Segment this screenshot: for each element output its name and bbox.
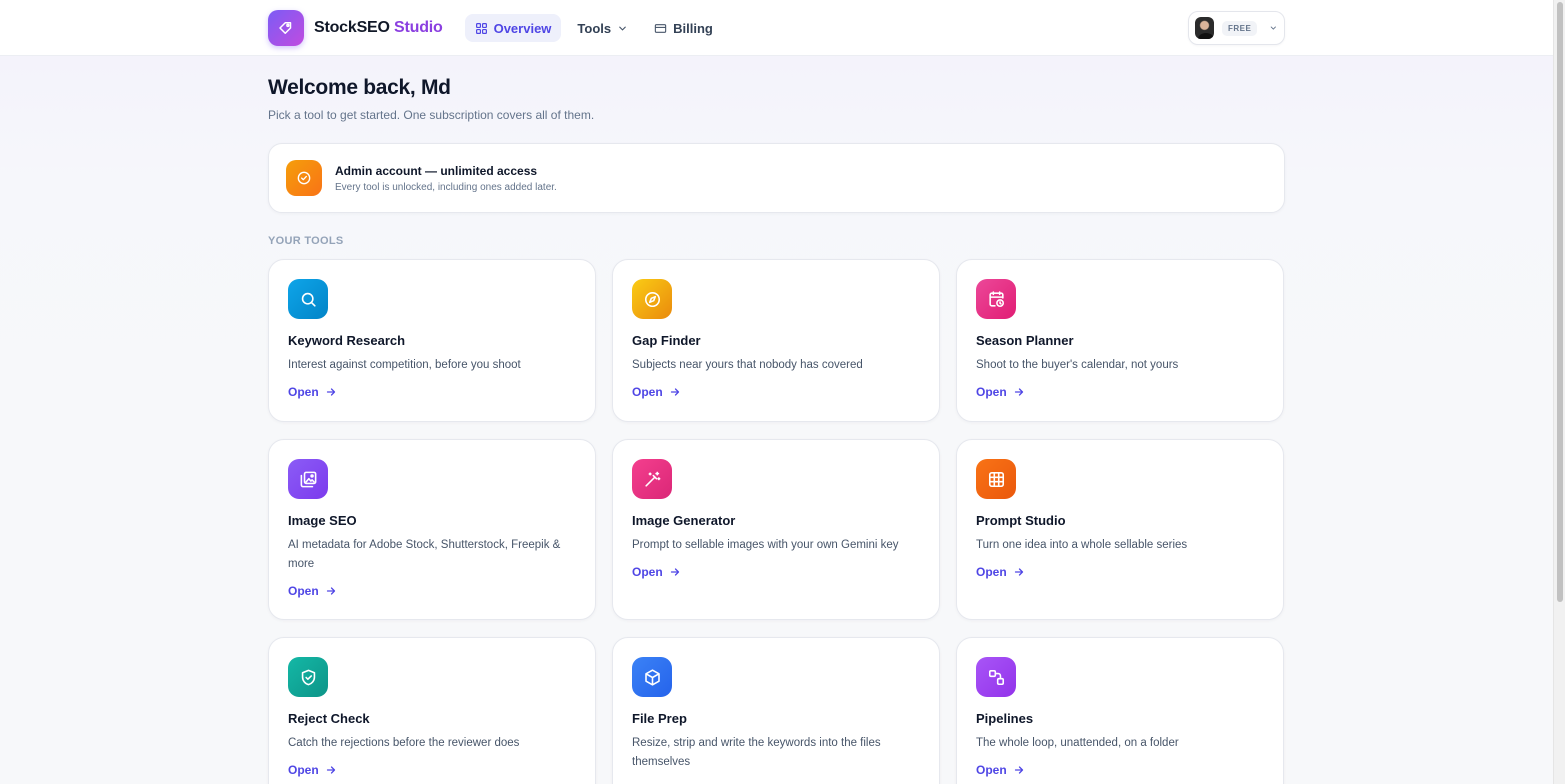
tool-name: Image SEO <box>288 513 357 528</box>
section-label: YOUR TOOLS <box>268 235 344 247</box>
arrow-right-icon <box>1014 568 1023 576</box>
tool-desc: Interest against competition, before you… <box>288 359 521 371</box>
tool-desc: Turn one idea into a whole sellable seri… <box>976 539 1188 551</box>
grid-icon <box>976 459 1016 499</box>
tool-desc: Prompt to sellable images with your own … <box>632 539 899 551</box>
admin-notice-desc: Every tool is unlocked, including ones a… <box>335 181 557 193</box>
open-link[interactable]: Open <box>976 565 1025 579</box>
brand-main: StockSEO <box>314 19 390 36</box>
open-label: Open <box>632 565 663 579</box>
chevron-down-icon <box>1271 26 1277 30</box>
admin-notice-title: Admin account — unlimited access <box>335 163 538 178</box>
open-link[interactable]: Open <box>632 565 681 579</box>
calendar-clock-icon <box>976 279 1016 319</box>
tools-grid-row: Image SEO AI metadata for Adobe Stock, S… <box>268 439 1285 620</box>
tool-card-gap-finder[interactable]: Gap Finder Subjects near yours that nobo… <box>612 259 940 422</box>
open-link[interactable]: Open <box>288 385 337 399</box>
scrollbar-thumb[interactable] <box>1557 2 1563 602</box>
brand-name[interactable]: StockSEO Studio <box>314 19 443 37</box>
tool-card-season-planner[interactable]: Season Planner Shoot to the buyer's cale… <box>956 259 1284 422</box>
nav-tools-label: Tools <box>577 20 612 36</box>
tool-name: Keyword Research <box>288 333 406 348</box>
tool-desc: The whole loop, unattended, on a folder <box>976 737 1179 749</box>
open-label: Open <box>976 763 1007 777</box>
nav-billing[interactable]: Billing <box>644 14 723 42</box>
arrow-right-icon <box>670 388 679 396</box>
open-link[interactable]: Open <box>632 385 681 399</box>
open-label: Open <box>976 565 1007 579</box>
open-label: Open <box>288 584 319 598</box>
credit-card-icon <box>654 23 667 33</box>
logo-icon[interactable] <box>268 10 304 46</box>
open-label: Open <box>288 385 319 399</box>
navbar-inner: StockSEO Studio Overview Tools Billing F… <box>268 0 1285 56</box>
open-link[interactable]: Open <box>976 763 1025 777</box>
arrow-right-icon <box>1014 388 1023 396</box>
tool-desc: Shoot to the buyer's calendar, not yours <box>976 359 1179 371</box>
tool-card-pipelines[interactable]: Pipelines The whole loop, unattended, on… <box>956 637 1284 784</box>
tool-card-prompt-studio[interactable]: Prompt Studio Turn one idea into a whole… <box>956 439 1284 620</box>
tool-name: Reject Check <box>288 711 370 726</box>
search-icon <box>288 279 328 319</box>
top-navbar: StockSEO Studio Overview Tools Billing F… <box>0 0 1553 56</box>
nav-overview-label: Overview <box>493 20 552 36</box>
arrow-right-icon <box>670 568 679 576</box>
nav-overview[interactable]: Overview <box>464 14 562 42</box>
tool-name: Gap Finder <box>632 333 701 348</box>
avatar <box>1195 17 1215 39</box>
compass-icon <box>632 279 672 319</box>
tool-card-image-seo[interactable]: Image SEO AI metadata for Adobe Stock, S… <box>268 439 596 620</box>
arrow-right-icon <box>326 587 335 595</box>
plan-badge: FREE <box>1222 20 1258 36</box>
tools-grid-row: Keyword Research Interest against compet… <box>268 259 1285 422</box>
tool-card-file-prep[interactable]: File Prep Resize, strip and write the ke… <box>612 637 940 784</box>
magic-wand-icon <box>632 459 672 499</box>
open-link[interactable]: Open <box>288 763 337 777</box>
grid-layout-icon <box>475 22 487 34</box>
open-link[interactable]: Open <box>288 584 337 598</box>
open-link[interactable]: Open <box>976 385 1025 399</box>
tool-desc: Subjects near yours that nobody has cove… <box>632 359 863 371</box>
page-scrollbar[interactable] <box>1553 0 1565 784</box>
box-icon <box>632 657 672 697</box>
tool-card-image-generator[interactable]: Image Generator Prompt to sellable image… <box>612 439 940 620</box>
tool-name: Image Generator <box>632 513 736 528</box>
tool-desc: AI metadata for Adobe Stock, Shutterstoc… <box>288 539 561 570</box>
tool-card-reject-check[interactable]: Reject Check Catch the rejections before… <box>268 637 596 784</box>
tools-grid-row: Reject Check Catch the rejections before… <box>268 637 1285 784</box>
tool-name: Prompt Studio <box>976 513 1066 528</box>
tool-desc: Resize, strip and write the keywords int… <box>632 737 881 768</box>
main-nav: Overview Tools Billing <box>464 14 723 42</box>
account-menu-button[interactable]: FREE <box>1188 11 1285 45</box>
nav-tools-dropdown[interactable]: Tools <box>567 14 638 42</box>
tool-name: File Prep <box>632 711 687 726</box>
open-label: Open <box>632 385 663 399</box>
shield-check-icon <box>288 657 328 697</box>
open-label: Open <box>288 763 319 777</box>
arrow-right-icon <box>1014 766 1023 774</box>
brand-accent: Studio <box>394 19 443 36</box>
badge-check-icon <box>286 160 322 196</box>
workflow-icon <box>976 657 1016 697</box>
page-subtitle: Pick a tool to get started. One subscrip… <box>268 108 595 122</box>
tool-card-keyword-research[interactable]: Keyword Research Interest against compet… <box>268 259 596 422</box>
arrow-right-icon <box>326 766 335 774</box>
tool-name: Pipelines <box>976 711 1034 726</box>
tool-desc: Catch the rejections before the reviewer… <box>288 737 520 749</box>
tool-name: Season Planner <box>976 333 1074 348</box>
nav-billing-label: Billing <box>673 20 713 36</box>
image-tag-icon <box>288 459 328 499</box>
open-label: Open <box>976 385 1007 399</box>
chevron-down-icon <box>619 26 626 31</box>
arrow-right-icon <box>326 388 335 396</box>
main-content: Welcome back, Md Pick a tool to get star… <box>268 56 1285 784</box>
admin-notice-card: Admin account — unlimited access Every t… <box>268 143 1285 213</box>
page-title: Welcome back, Md <box>268 76 451 99</box>
